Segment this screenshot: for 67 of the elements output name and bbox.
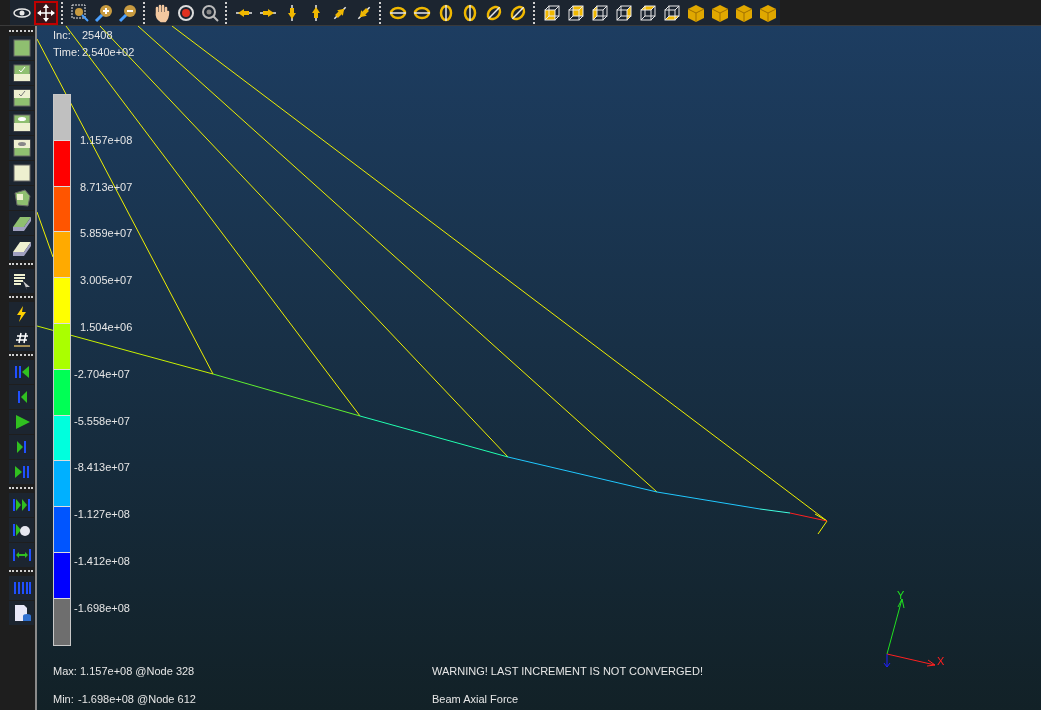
zoom-window-icon (70, 2, 90, 23)
mesh-face-check-icon (11, 88, 32, 108)
toolbar-button[interactable] (9, 86, 34, 110)
cube-icon (614, 2, 634, 23)
legend-label: -2.704e+07 (74, 368, 130, 380)
legend-label: 8.713e+07 (80, 181, 133, 193)
axis-label: Y (897, 589, 905, 601)
toolbar-button[interactable] (9, 111, 34, 135)
toolbar-button[interactable] (9, 61, 34, 85)
legend-label: 1.504e+06 (80, 322, 133, 333)
axis-label: X (937, 655, 945, 667)
toolbar-button[interactable] (9, 460, 34, 484)
solid-cube-icon (686, 2, 706, 23)
toolbar-button[interactable] (9, 360, 34, 384)
toolbar-button[interactable] (9, 543, 34, 567)
legend-label: 3.005e+07 (80, 275, 133, 287)
solid-cube-icon (758, 2, 778, 23)
legend-label: 5.859e+07 (80, 228, 133, 240)
info-label: Time: (53, 47, 81, 58)
mesh-face-eye-icon (11, 138, 32, 158)
mesh-face-icon (11, 38, 32, 58)
mesh-face-icon (11, 163, 32, 183)
cube-icon (638, 2, 658, 23)
warning-message: WARNING! LAST INCREMENT IS NOT CONVERGED! (432, 666, 703, 677)
result-title: Beam Axial Force (432, 694, 519, 705)
axis-triad-drawing (883, 598, 936, 668)
rotate-icon (176, 2, 196, 23)
mesh-face-eye-icon (11, 113, 32, 133)
toolbar-button[interactable] (9, 327, 34, 351)
toolbar-button[interactable] (9, 136, 34, 160)
toolbar-button[interactable] (9, 518, 34, 542)
toolbar-button[interactable] (9, 435, 34, 459)
toolbar-button[interactable] (9, 269, 34, 293)
mesh-block-icon (11, 188, 32, 208)
max-label: Max: (53, 666, 77, 677)
legend-label: -1.698e+08 (74, 602, 130, 614)
toolbar-button[interactable] (9, 302, 34, 326)
zoom-out-icon (118, 2, 138, 23)
toolbar-button[interactable] (9, 385, 34, 409)
legend-label: -8.413e+07 (74, 462, 130, 474)
cube-icon (590, 2, 610, 23)
cube-icon (542, 2, 562, 23)
solid-cube-icon (734, 2, 754, 23)
info-value: 25408 (82, 30, 113, 41)
solid-cube-icon (710, 2, 730, 23)
toolbar-button[interactable] (34, 0, 58, 25)
min-label: Min: (53, 694, 74, 705)
cube-icon (566, 2, 586, 23)
toolbar-button[interactable] (9, 493, 34, 517)
max-value: 1.157e+08 @Node 328 (80, 666, 195, 677)
zoom-in-icon (94, 2, 114, 23)
toolbar-button[interactable] (9, 211, 34, 235)
toolbar-button[interactable] (9, 236, 34, 260)
toolbar-button[interactable] (9, 601, 34, 625)
legend-label: -5.558e+07 (74, 415, 130, 427)
move-icon (36, 2, 56, 23)
cube-icon (662, 2, 682, 23)
toolbar-button[interactable] (9, 186, 34, 210)
min-value: -1.698e+08 @Node 612 (78, 694, 196, 705)
rotate-zoom-icon (200, 2, 220, 23)
toolbar-button[interactable] (9, 410, 34, 434)
toolbar-button[interactable] (9, 161, 34, 185)
legend-label: -1.127e+08 (74, 509, 130, 521)
info-label: Inc: (53, 30, 71, 41)
legend-label: -1.412e+08 (74, 556, 130, 567)
toolbar-button[interactable] (9, 36, 34, 60)
mesh-face-check-icon (11, 63, 32, 83)
